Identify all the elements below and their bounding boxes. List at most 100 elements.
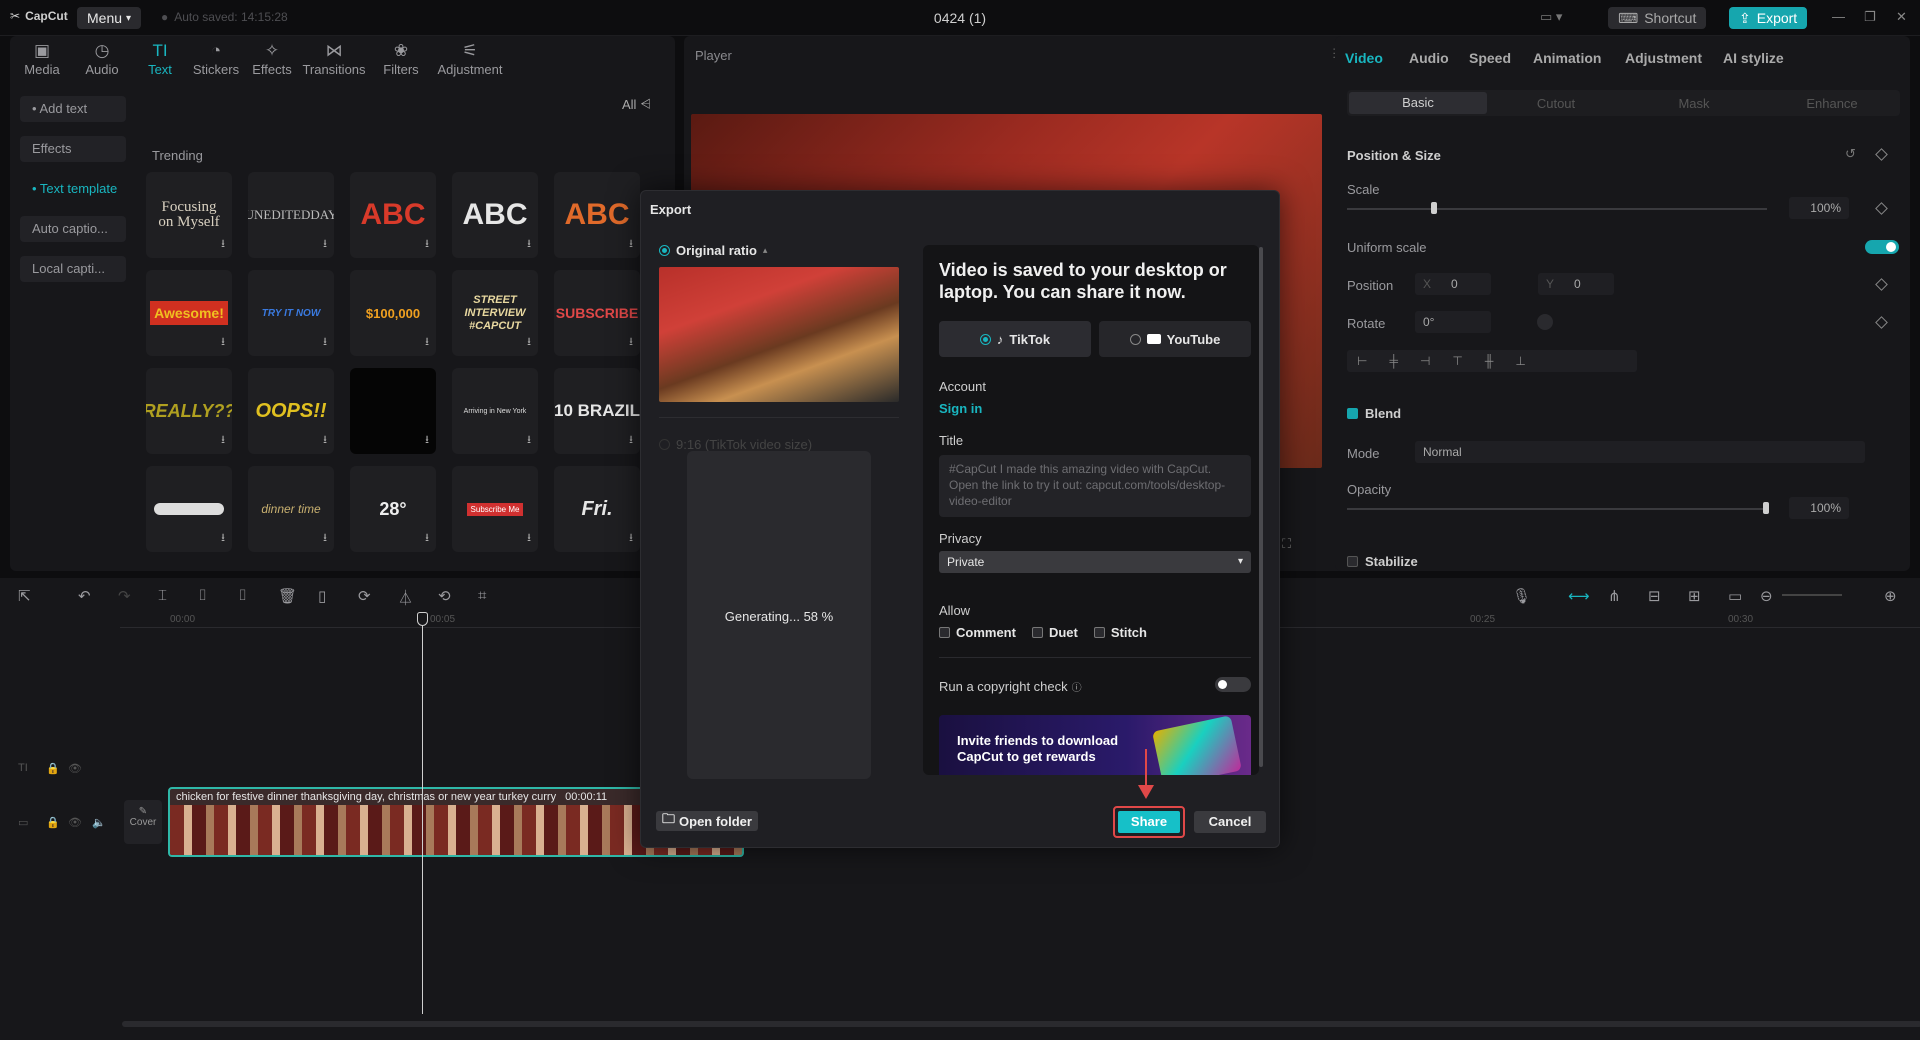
- duet-checkbox[interactable]: [1031, 627, 1043, 638]
- scale-value-input[interactable]: 100%: [1789, 197, 1849, 219]
- scale-slider[interactable]: [1347, 208, 1767, 210]
- minimize-icon[interactable]: —: [1832, 9, 1845, 24]
- sidebar-item-effects[interactable]: Effects: [20, 136, 126, 162]
- export-button[interactable]: ⇪ Export: [1729, 7, 1808, 29]
- template-tile[interactable]: TRY IT NOW ⭳: [248, 270, 334, 356]
- eye-icon[interactable]: 👁: [68, 762, 82, 775]
- download-icon[interactable]: ⭳: [221, 235, 225, 254]
- delete-icon[interactable]: 🗑: [278, 587, 297, 605]
- position-y-input[interactable]: Y0: [1538, 273, 1614, 295]
- privacy-select[interactable]: Private ▾: [939, 551, 1251, 573]
- undo-icon[interactable]: ↶: [78, 587, 91, 605]
- comment-checkbox[interactable]: [939, 627, 950, 638]
- download-icon[interactable]: ⭳: [323, 529, 327, 548]
- layout-icon[interactable]: ▭ ▾: [1540, 9, 1562, 25]
- playhead[interactable]: [422, 612, 423, 1014]
- stitch-checkbox[interactable]: [1093, 627, 1105, 638]
- lock-icon[interactable]: 🔒: [46, 816, 60, 829]
- maximize-icon[interactable]: ❐: [1864, 9, 1876, 25]
- template-tile[interactable]: Subscribe Me ⭳: [452, 466, 538, 552]
- mirror-icon[interactable]: ⏃: [398, 587, 413, 608]
- sign-in-link[interactable]: Sign in: [939, 401, 982, 416]
- blend-header[interactable]: Blend: [1365, 406, 1401, 421]
- tool-transitions[interactable]: ⋈ Transitions: [298, 40, 370, 77]
- tab-video[interactable]: Video: [1345, 50, 1383, 66]
- opacity-slider-thumb[interactable]: [1763, 502, 1769, 514]
- keyframe-icon[interactable]: [1875, 278, 1888, 291]
- template-tile[interactable]: REALLY?? ⭳: [146, 368, 232, 454]
- share-pane-scrollbar[interactable]: [1259, 247, 1263, 767]
- template-tile[interactable]: Focusing on Myself ⭳: [146, 172, 232, 258]
- download-icon[interactable]: ⭳: [629, 431, 633, 450]
- shortcut-button[interactable]: ⌨ Shortcut: [1608, 7, 1707, 29]
- template-tile[interactable]: dinner time ⭳: [248, 466, 334, 552]
- magnet-icon[interactable]: ⋔: [1608, 587, 1621, 605]
- download-icon[interactable]: ⭳: [323, 333, 327, 352]
- subtab-cutout[interactable]: Cutout: [1487, 96, 1625, 111]
- align-left-icon[interactable]: ⊢: [1357, 354, 1367, 368]
- zoom-out-icon[interactable]: ⊖: [1760, 587, 1773, 605]
- opacity-value-input[interactable]: 100%: [1789, 497, 1849, 519]
- subtab-mask[interactable]: Mask: [1625, 96, 1763, 111]
- snap-icon[interactable]: ⊟: [1648, 587, 1661, 605]
- template-tile[interactable]: ABC ⭳: [554, 172, 640, 258]
- download-icon[interactable]: ⭳: [221, 431, 225, 450]
- position-x-input[interactable]: X0: [1415, 273, 1491, 295]
- copyright-toggle[interactable]: [1215, 677, 1251, 692]
- template-tile[interactable]: 28° ⭳: [350, 466, 436, 552]
- freeze-icon[interactable]: ▯: [318, 587, 326, 605]
- redo-icon[interactable]: ↷: [118, 587, 131, 605]
- template-tile[interactable]: Arriving in New York ⭳: [452, 368, 538, 454]
- sidebar-item-add-text[interactable]: • Add text: [20, 96, 126, 122]
- filter-all-button[interactable]: All ⩤: [622, 96, 651, 112]
- template-tile[interactable]: ⭳: [350, 368, 436, 454]
- tab-animation[interactable]: Animation: [1533, 50, 1601, 66]
- zoom-slider[interactable]: [1782, 594, 1842, 596]
- microphone-icon[interactable]: 🎙: [1512, 587, 1531, 605]
- preview-icon[interactable]: ▭: [1728, 587, 1742, 605]
- tool-adjustment[interactable]: ⚟ Adjustment: [430, 40, 510, 77]
- template-tile[interactable]: $100,000 ⭳: [350, 270, 436, 356]
- download-icon[interactable]: ⭳: [221, 529, 225, 548]
- tiktok-ratio-option[interactable]: 9:16 (TikTok video size): [659, 437, 812, 452]
- link-icon[interactable]: ⟷: [1568, 587, 1590, 605]
- tool-media[interactable]: ▣ Media: [12, 40, 72, 77]
- download-icon[interactable]: ⭳: [323, 431, 327, 450]
- align-right-icon[interactable]: ⊣: [1420, 354, 1430, 368]
- stabilize-header[interactable]: Stabilize: [1365, 554, 1418, 569]
- download-icon[interactable]: ⭳: [527, 333, 531, 352]
- align-center-icon[interactable]: ╪: [1389, 354, 1398, 368]
- template-tile[interactable]: ABC ⭳: [452, 172, 538, 258]
- template-tile[interactable]: STREET INTERVIEW #CAPCUT ⭳: [452, 270, 538, 356]
- opacity-slider[interactable]: [1347, 508, 1767, 510]
- blend-checkbox[interactable]: [1347, 408, 1358, 419]
- template-tile[interactable]: Fri. ⭳: [554, 466, 640, 552]
- tiktok-platform-button[interactable]: ♪ TikTok: [939, 321, 1091, 357]
- download-icon[interactable]: ⭳: [425, 431, 429, 450]
- trim-right-icon[interactable]: ⌷: [238, 587, 247, 604]
- select-tool-icon[interactable]: ⇱: [18, 587, 31, 605]
- subtab-enhance[interactable]: Enhance: [1763, 96, 1901, 111]
- uniform-scale-toggle[interactable]: [1865, 240, 1899, 254]
- download-icon[interactable]: ⭳: [221, 333, 225, 352]
- cancel-button[interactable]: Cancel: [1194, 811, 1266, 833]
- download-icon[interactable]: ⭳: [527, 431, 531, 450]
- crop-icon[interactable]: ⌗: [478, 587, 486, 604]
- tool-effects[interactable]: ✧ Effects: [242, 40, 302, 77]
- rotate-icon[interactable]: ⟲: [438, 587, 451, 605]
- tool-audio[interactable]: ◷ Audio: [72, 40, 132, 77]
- tab-adjustment[interactable]: Adjustment: [1625, 50, 1702, 66]
- youtube-platform-button[interactable]: YouTube: [1099, 321, 1251, 357]
- subtab-basic[interactable]: Basic: [1349, 92, 1487, 114]
- template-tile[interactable]: SUBSCRIBE ⭳: [554, 270, 640, 356]
- open-folder-button[interactable]: 🗀 Open folder: [656, 811, 758, 831]
- tool-filters[interactable]: ❀ Filters: [371, 40, 431, 77]
- download-icon[interactable]: ⭳: [527, 529, 531, 548]
- align-top-icon[interactable]: ⊤: [1452, 354, 1462, 368]
- tool-stickers[interactable]: ◔ Stickers: [186, 40, 246, 77]
- template-tile[interactable]: Awesome! ⭳: [146, 270, 232, 356]
- speaker-icon[interactable]: 🔈: [92, 816, 106, 829]
- download-icon[interactable]: ⭳: [629, 529, 633, 548]
- split-view-icon[interactable]: ⊞: [1688, 587, 1701, 605]
- zoom-fit-icon[interactable]: ⊕: [1884, 587, 1897, 605]
